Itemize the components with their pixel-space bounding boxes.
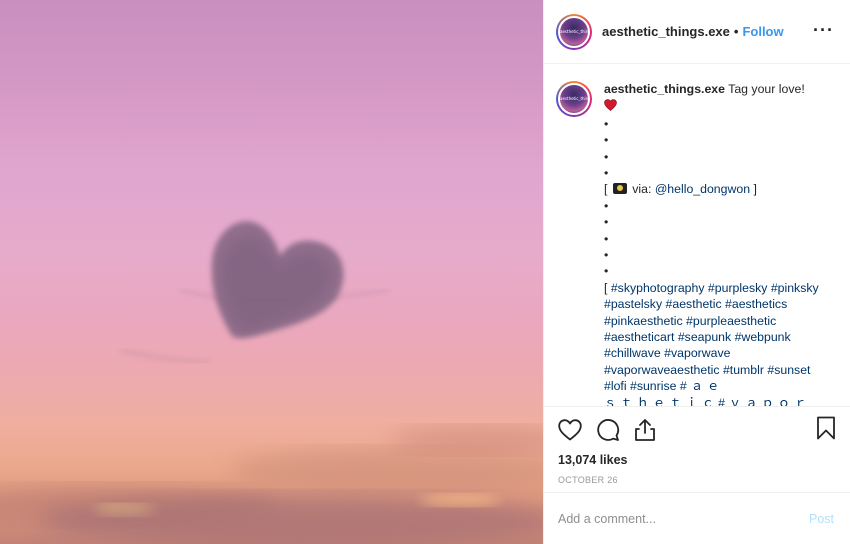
hashtag-link[interactable]: #purplesky bbox=[708, 281, 767, 295]
caption-bullet: • bbox=[604, 149, 609, 164]
red-heart-icon bbox=[604, 99, 617, 115]
caption-avatar-logo-text: aesthetic_things.exe bbox=[560, 96, 590, 101]
post-sidebar: aesthetic_things.exe aesthetic_things.ex… bbox=[543, 0, 850, 544]
caption-text: Tag your love! bbox=[724, 82, 805, 96]
caption-bullet: • bbox=[604, 247, 609, 262]
hashtag-link[interactable]: #purpleaesthetic bbox=[686, 314, 776, 328]
caption-username-link[interactable]: aesthetic_things.exe bbox=[604, 82, 725, 96]
caption-bullet: • bbox=[604, 165, 609, 180]
hashtag-link[interactable]: #pinksky bbox=[771, 281, 819, 295]
comment-box: Post bbox=[544, 492, 850, 544]
hashtag-link[interactable]: #vaporwaveaesthetic bbox=[604, 363, 720, 377]
hashtag-link[interactable]: #ａｅ bbox=[680, 379, 723, 393]
caption-avatar[interactable]: aesthetic_things.exe bbox=[556, 81, 592, 117]
hashtag-overflow-line[interactable]: ｓｔｈｅｔｉｃ#ｖａｐｏｒｗａｖｅ bbox=[604, 395, 824, 406]
account-row: aesthetic_things.exe • Follow bbox=[602, 24, 784, 39]
share-upload-icon[interactable] bbox=[634, 418, 656, 442]
hashtag-link[interactable]: #sunrise bbox=[630, 379, 676, 393]
caption-bullet: • bbox=[604, 264, 609, 279]
instagram-post: aesthetic_things.exe aesthetic_things.ex… bbox=[0, 0, 850, 544]
hashtag-link[interactable]: #aesthetic bbox=[666, 297, 722, 311]
heart-outline-icon[interactable] bbox=[558, 419, 582, 441]
hashtag-link[interactable]: #aesthetics bbox=[725, 297, 787, 311]
mention-link[interactable]: @hello_dongwon bbox=[655, 182, 750, 196]
action-icons bbox=[558, 416, 836, 444]
caption-area: aesthetic_things.exe aesthetic_things.ex… bbox=[544, 64, 850, 406]
post-photo[interactable] bbox=[0, 0, 543, 544]
follow-button[interactable]: Follow bbox=[742, 24, 783, 39]
caption-bullet: • bbox=[604, 231, 609, 246]
hashtag-link[interactable]: #chillwave bbox=[604, 346, 661, 360]
post-caption: aesthetic_things.exe Tag your love! • • … bbox=[604, 81, 824, 406]
post-date[interactable]: OCTOBER 26 bbox=[558, 475, 836, 485]
hashtag-link[interactable]: #sunset bbox=[767, 363, 810, 377]
caption-bullet: • bbox=[604, 133, 609, 148]
hashtag-link[interactable]: #seapunk bbox=[678, 330, 731, 344]
hashtag-block: [ #skyphotography #purplesky #pinksky #p… bbox=[604, 280, 819, 394]
hashtag-link[interactable]: #aestheticart bbox=[604, 330, 674, 344]
hashtag-link[interactable]: #tumblr bbox=[723, 363, 764, 377]
avatar-logo-text: aesthetic_things.exe bbox=[560, 28, 590, 34]
more-options-icon[interactable]: ··· bbox=[813, 21, 834, 39]
likes-count[interactable]: 13,074 likes bbox=[558, 453, 836, 467]
hashtag-link[interactable]: #lofi bbox=[604, 379, 627, 393]
caption-bullet: • bbox=[604, 198, 609, 213]
camera-icon bbox=[612, 183, 627, 195]
separator-dot: • bbox=[733, 24, 739, 39]
heart-cloud-sky-image bbox=[0, 221, 543, 544]
via-credit-line: [ via: @hello_dongwon ] bbox=[604, 182, 757, 197]
hashtag-link[interactable]: #webpunk bbox=[735, 330, 791, 344]
account-username-link[interactable]: aesthetic_things.exe bbox=[602, 24, 730, 39]
hashtag-link[interactable]: #pinkaesthetic bbox=[604, 314, 683, 328]
comment-bubble-icon[interactable] bbox=[596, 418, 620, 442]
hashtag-link[interactable]: #skyphotography bbox=[611, 281, 705, 295]
bookmark-icon[interactable] bbox=[816, 416, 836, 440]
caption-bullet: • bbox=[604, 116, 609, 131]
caption-bullet: • bbox=[604, 215, 609, 230]
hashtag-link[interactable]: #pastelsky bbox=[604, 297, 662, 311]
post-actions: 13,074 likes OCTOBER 26 bbox=[544, 406, 850, 492]
post-header: aesthetic_things.exe aesthetic_things.ex… bbox=[544, 0, 850, 64]
post-comment-button[interactable]: Post bbox=[809, 512, 834, 526]
comment-input[interactable] bbox=[558, 511, 778, 526]
hashtag-link[interactable]: #vaporwave bbox=[664, 346, 730, 360]
account-avatar[interactable]: aesthetic_things.exe bbox=[556, 13, 592, 50]
